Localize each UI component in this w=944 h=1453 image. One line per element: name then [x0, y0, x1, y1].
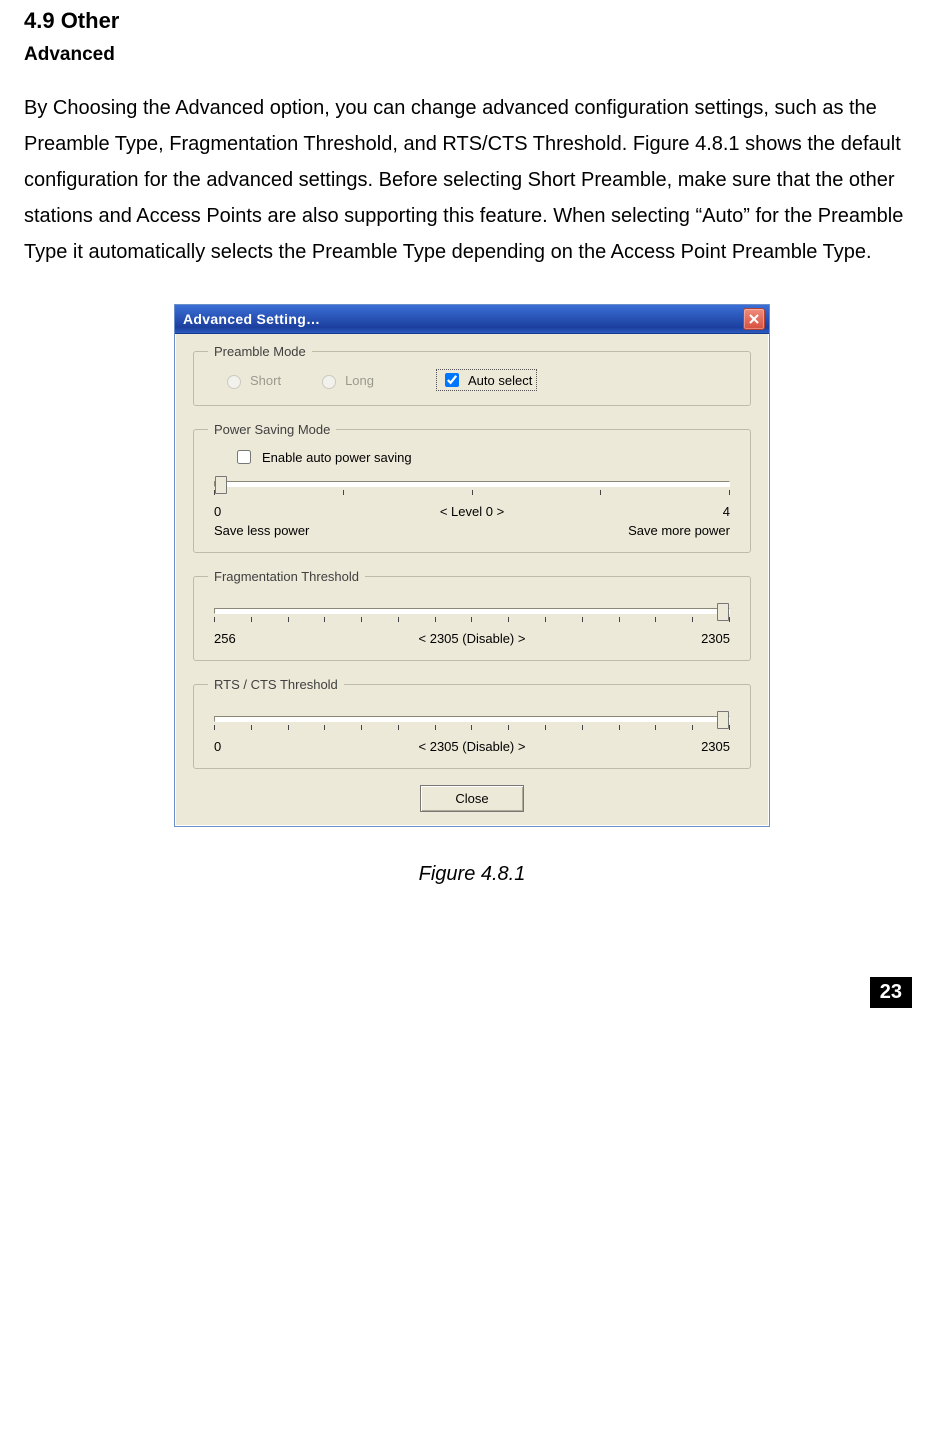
preamble-mode-group: Preamble Mode Short Long Auto select [193, 344, 751, 406]
rts-slider-ticks [214, 725, 730, 733]
figure-caption: Figure 4.8.1 [24, 863, 920, 886]
preamble-short-radio[interactable] [227, 375, 241, 389]
close-icon [748, 313, 760, 325]
section-heading: 4.9 Other [24, 8, 920, 34]
power-saving-group: Power Saving Mode Enable auto power savi… [193, 422, 751, 553]
fragmentation-min: 256 [214, 631, 409, 646]
power-max: 4 [514, 504, 730, 519]
window-close-button[interactable] [743, 308, 765, 330]
preamble-auto-checkbox[interactable] [445, 373, 459, 387]
preamble-legend: Preamble Mode [208, 344, 312, 359]
fragmentation-slider-thumb[interactable] [717, 603, 729, 621]
fragmentation-slider-ticks [214, 617, 730, 625]
rts-min: 0 [214, 739, 409, 754]
dialog-title: Advanced Setting… [183, 311, 320, 327]
fragmentation-legend: Fragmentation Threshold [208, 569, 365, 584]
rts-legend: RTS / CTS Threshold [208, 677, 344, 692]
power-enable-row[interactable]: Enable auto power saving [208, 447, 736, 467]
power-left-label: Save less power [214, 523, 309, 538]
preamble-auto-option[interactable]: Auto select [436, 369, 537, 391]
rts-slider[interactable] [214, 716, 730, 722]
rts-cts-group: RTS / CTS Threshold 0 < 2305 (Disable) >… [193, 677, 751, 769]
fragmentation-value: < 2305 (Disable) > [419, 631, 526, 646]
power-level: < Level 0 > [440, 504, 504, 519]
fragmentation-slider[interactable] [214, 608, 730, 614]
dialog-titlebar: Advanced Setting… [175, 305, 769, 334]
fragmentation-max: 2305 [535, 631, 730, 646]
page-number: 23 [870, 977, 912, 1008]
power-slider-ticks [214, 490, 730, 498]
power-enable-checkbox[interactable] [237, 450, 251, 464]
power-slider[interactable] [214, 481, 730, 487]
preamble-long-option[interactable]: Long [317, 372, 374, 389]
rts-value: < 2305 (Disable) > [419, 739, 526, 754]
preamble-long-radio[interactable] [322, 375, 336, 389]
preamble-short-option[interactable]: Short [222, 372, 281, 389]
close-button[interactable]: Close [420, 785, 523, 812]
preamble-auto-label: Auto select [468, 373, 532, 388]
rts-max: 2305 [535, 739, 730, 754]
power-min: 0 [214, 504, 430, 519]
power-slider-thumb[interactable] [215, 476, 227, 494]
rts-slider-thumb[interactable] [717, 711, 729, 729]
preamble-short-label: Short [250, 373, 281, 388]
power-legend: Power Saving Mode [208, 422, 336, 437]
preamble-long-label: Long [345, 373, 374, 388]
sub-heading: Advanced [24, 44, 920, 66]
power-right-label: Save more power [628, 523, 730, 538]
body-paragraph: By Choosing the Advanced option, you can… [24, 90, 920, 270]
advanced-settings-dialog: Advanced Setting… Preamble Mode Short [174, 304, 770, 827]
fragmentation-group: Fragmentation Threshold 256 < 2305 (Disa… [193, 569, 751, 661]
power-enable-label: Enable auto power saving [262, 450, 412, 465]
